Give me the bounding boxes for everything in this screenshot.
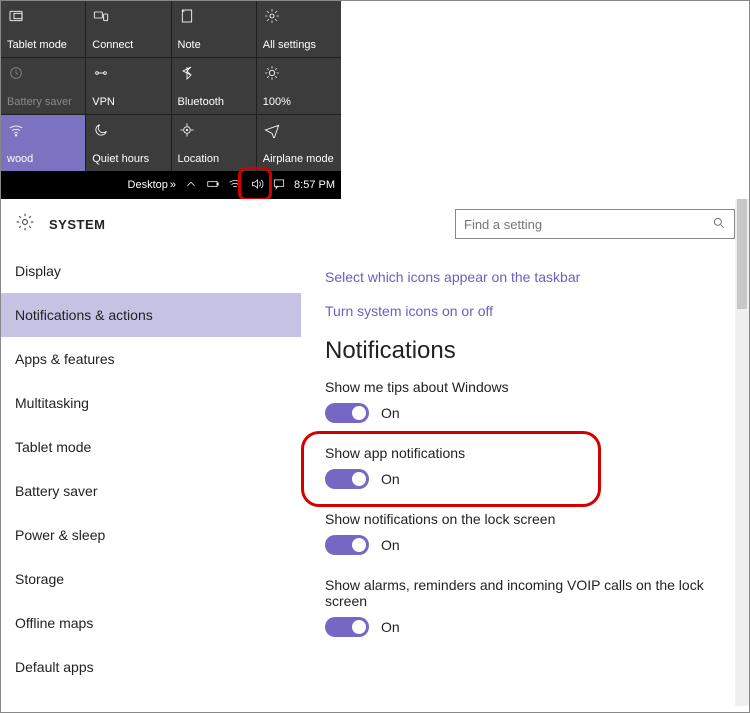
sidebar-item-apps-features[interactable]: Apps & features bbox=[1, 337, 301, 381]
tray-wifi-icon[interactable] bbox=[228, 177, 242, 194]
tile-brightness[interactable]: 100% bbox=[257, 58, 341, 114]
option-show-app-notifications: Show app notifications On bbox=[325, 445, 729, 489]
tile-tablet-mode[interactable]: Tablet mode bbox=[1, 1, 85, 57]
toggle-alarms-reminders-voip[interactable] bbox=[325, 617, 369, 637]
settings-window: SYSTEM Display Notifications & actions A… bbox=[1, 199, 749, 706]
sidebar-item-storage[interactable]: Storage bbox=[1, 557, 301, 601]
sidebar-item-power-sleep[interactable]: Power & sleep bbox=[1, 513, 301, 557]
gear-icon bbox=[15, 212, 35, 237]
tile-airplane-mode[interactable]: Airplane mode bbox=[257, 115, 341, 171]
tile-quiet-hours[interactable]: Quiet hours bbox=[86, 115, 170, 171]
toggle-state: On bbox=[381, 619, 400, 635]
option-show-tips: Show me tips about Windows On bbox=[325, 379, 729, 423]
settings-title: SYSTEM bbox=[49, 217, 105, 232]
tray-battery-icon[interactable] bbox=[206, 177, 220, 194]
taskbar: Desktop » 8:57 PM bbox=[1, 171, 341, 199]
sidebar-item-tablet-mode[interactable]: Tablet mode bbox=[1, 425, 301, 469]
toggle-state: On bbox=[381, 537, 400, 553]
tile-label: Quiet hours bbox=[92, 153, 164, 165]
airplane-icon bbox=[263, 121, 281, 139]
note-icon bbox=[178, 7, 196, 25]
option-label: Show me tips about Windows bbox=[325, 379, 729, 395]
connect-icon bbox=[92, 7, 110, 25]
tile-label: Note bbox=[178, 39, 250, 51]
sidebar-item-notifications-actions[interactable]: Notifications & actions bbox=[1, 293, 301, 337]
tile-location[interactable]: Location bbox=[172, 115, 256, 171]
tile-connect[interactable]: Connect bbox=[86, 1, 170, 57]
tile-bluetooth[interactable]: Bluetooth bbox=[172, 58, 256, 114]
sidebar-item-label: Apps & features bbox=[15, 351, 115, 367]
toggle-show-app-notifications[interactable] bbox=[325, 469, 369, 489]
moon-icon bbox=[92, 121, 110, 139]
settings-sidebar: Display Notifications & actions Apps & f… bbox=[1, 249, 301, 706]
tablet-icon bbox=[7, 7, 25, 25]
option-label: Show alarms, reminders and incoming VOIP… bbox=[325, 577, 729, 609]
tile-network[interactable]: wood bbox=[1, 115, 85, 171]
tile-label: Bluetooth bbox=[178, 96, 250, 108]
tile-label: wood bbox=[7, 153, 79, 165]
tile-label: Airplane mode bbox=[263, 153, 335, 165]
brightness-icon bbox=[263, 64, 281, 82]
tile-note[interactable]: Note bbox=[172, 1, 256, 57]
scrollbar-thumb[interactable] bbox=[737, 199, 747, 309]
link-taskbar-icons[interactable]: Select which icons appear on the taskbar bbox=[325, 269, 729, 285]
toggle-show-tips[interactable] bbox=[325, 403, 369, 423]
tray-chevron-up-icon[interactable] bbox=[184, 177, 198, 194]
quick-action-grid: Tablet mode Connect Note All settings Ba… bbox=[1, 1, 341, 171]
location-icon bbox=[178, 121, 196, 139]
sidebar-item-label: Offline maps bbox=[15, 615, 93, 631]
tray-clock[interactable]: 8:57 PM bbox=[294, 179, 335, 191]
taskbar-desktop-toolbar[interactable]: Desktop » bbox=[128, 179, 176, 191]
tile-all-settings[interactable]: All settings bbox=[257, 1, 341, 57]
battery-icon bbox=[7, 64, 25, 82]
tile-label: Connect bbox=[92, 39, 164, 51]
sidebar-item-label: Default apps bbox=[15, 659, 94, 675]
tile-label: 100% bbox=[263, 96, 335, 108]
sidebar-item-default-apps[interactable]: Default apps bbox=[1, 645, 301, 689]
section-heading-notifications: Notifications bbox=[325, 337, 729, 365]
tile-battery-saver[interactable]: Battery saver bbox=[1, 58, 85, 114]
option-alarms-reminders-voip: Show alarms, reminders and incoming VOIP… bbox=[325, 577, 729, 637]
search-icon bbox=[712, 216, 726, 233]
sidebar-item-multitasking[interactable]: Multitasking bbox=[1, 381, 301, 425]
toggle-lock-screen-notifications[interactable] bbox=[325, 535, 369, 555]
toggle-state: On bbox=[381, 471, 400, 487]
option-lock-screen-notifications: Show notifications on the lock screen On bbox=[325, 511, 729, 555]
option-label: Show app notifications bbox=[325, 445, 729, 461]
tray-action-center-icon[interactable] bbox=[272, 177, 286, 194]
vpn-icon bbox=[92, 64, 110, 82]
tile-vpn[interactable]: VPN bbox=[86, 58, 170, 114]
option-label: Show notifications on the lock screen bbox=[325, 511, 729, 527]
settings-main-pane: Select which icons appear on the taskbar… bbox=[301, 249, 749, 706]
tile-label: Location bbox=[178, 153, 250, 165]
wifi-icon bbox=[7, 121, 25, 139]
tile-label: Battery saver bbox=[7, 96, 79, 108]
sidebar-item-label: Notifications & actions bbox=[15, 307, 153, 323]
tray-volume-icon[interactable] bbox=[250, 177, 264, 194]
search-input[interactable] bbox=[464, 217, 712, 232]
sidebar-item-label: Display bbox=[15, 263, 61, 279]
vertical-scrollbar[interactable] bbox=[735, 199, 749, 706]
sidebar-item-display[interactable]: Display bbox=[1, 249, 301, 293]
toggle-state: On bbox=[381, 405, 400, 421]
sidebar-item-label: Power & sleep bbox=[15, 527, 105, 543]
sidebar-item-offline-maps[interactable]: Offline maps bbox=[1, 601, 301, 645]
link-system-icons[interactable]: Turn system icons on or off bbox=[325, 303, 729, 319]
action-center-panel: Tablet mode Connect Note All settings Ba… bbox=[1, 1, 341, 171]
gear-icon bbox=[263, 7, 281, 25]
sidebar-item-label: Multitasking bbox=[15, 395, 89, 411]
desktop-label: Desktop bbox=[128, 179, 168, 191]
settings-search[interactable] bbox=[455, 209, 735, 239]
sidebar-item-label: Storage bbox=[15, 571, 64, 587]
tile-label: Tablet mode bbox=[7, 39, 79, 51]
tile-label: VPN bbox=[92, 96, 164, 108]
chevron-right-icon: » bbox=[170, 179, 176, 191]
sidebar-item-label: Battery saver bbox=[15, 483, 97, 499]
tile-label: All settings bbox=[263, 39, 335, 51]
bluetooth-icon bbox=[178, 64, 196, 82]
sidebar-item-label: Tablet mode bbox=[15, 439, 91, 455]
settings-header: SYSTEM bbox=[1, 199, 749, 249]
sidebar-item-battery-saver[interactable]: Battery saver bbox=[1, 469, 301, 513]
